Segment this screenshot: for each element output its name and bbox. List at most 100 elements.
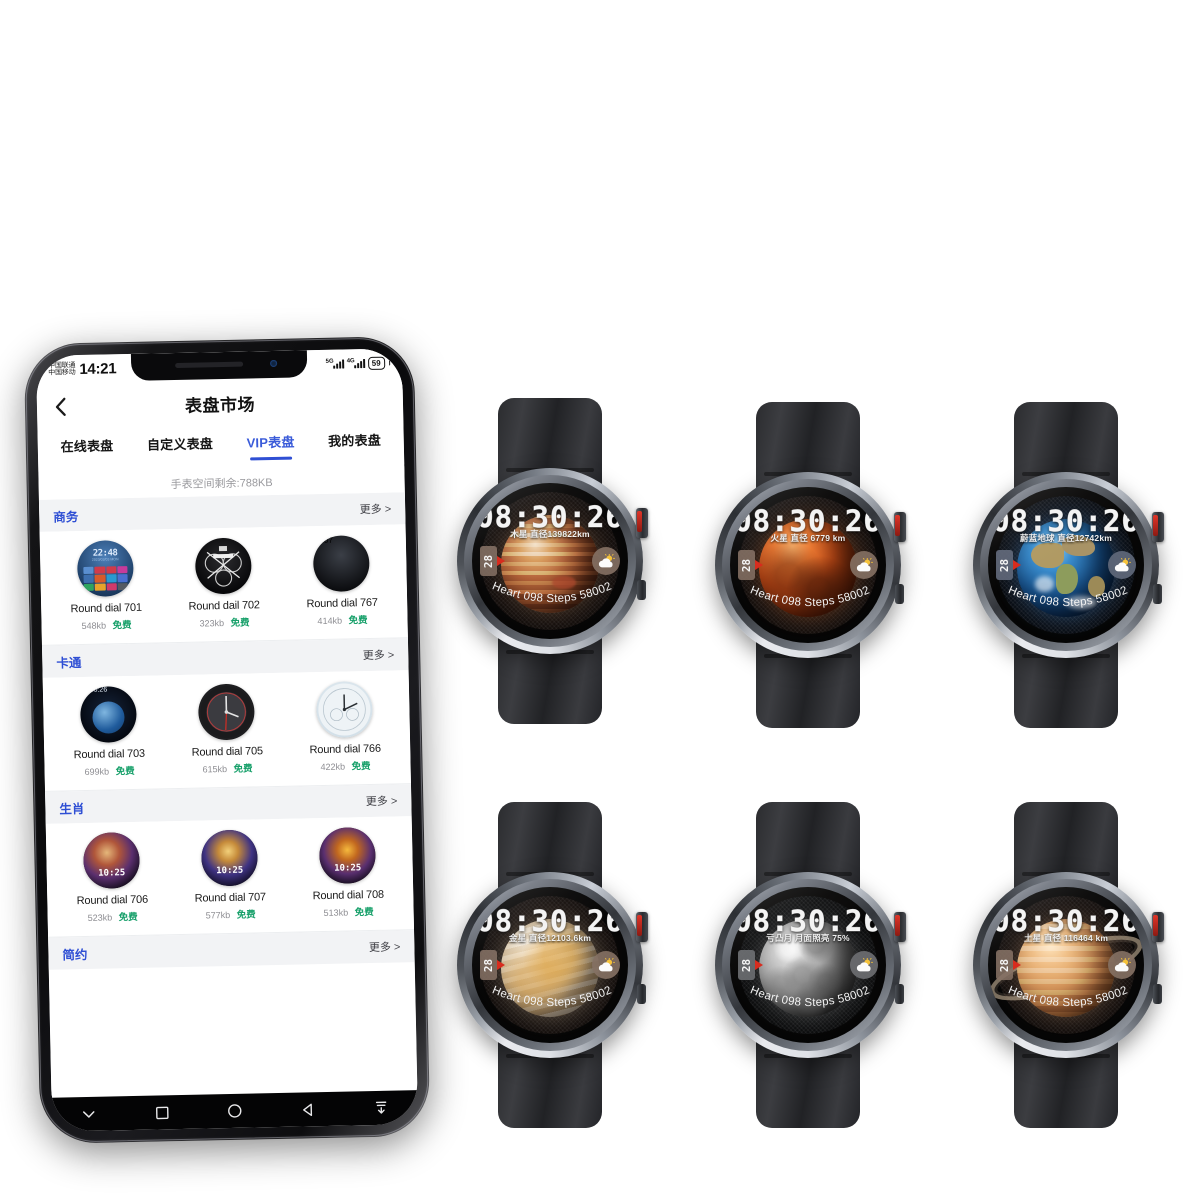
nav-download-button[interactable] bbox=[374, 1100, 389, 1116]
watch-saturn[interactable]: 08:30:26 土星 直径 116464 km 28 Heart 098 St… bbox=[968, 800, 1164, 1130]
watch-face: 08:30:26 木星 直径139822km 28 Heart 098 Step… bbox=[472, 483, 628, 639]
nav-back-button[interactable] bbox=[301, 1102, 316, 1117]
section-more-link[interactable]: 更多 > bbox=[360, 501, 392, 518]
weather-chip[interactable] bbox=[592, 547, 620, 575]
sun-behind-cloud-icon bbox=[856, 957, 873, 971]
watch-crown-button[interactable] bbox=[1152, 512, 1164, 542]
date-pointer-icon bbox=[497, 556, 505, 566]
dial-card[interactable]: 08:30:26 Round dial 703 699kb 免费 bbox=[49, 685, 169, 778]
watch-mars[interactable]: 08:30:26 火星 直径 6779 km 28 Heart 098 Step… bbox=[710, 400, 906, 730]
signal-bars-primary bbox=[332, 358, 344, 369]
dial-card[interactable]: 10:25 Round dial 706 523kb 免费 bbox=[52, 831, 172, 924]
app-header: 表盘市场 bbox=[36, 376, 404, 430]
watch-venus[interactable]: 08:30:26 金星 直径12103.6km 28 Heart 098 Ste… bbox=[452, 800, 648, 1130]
dial-meta: 513kb 免费 bbox=[323, 904, 374, 919]
sun-behind-cloud-icon bbox=[1114, 957, 1131, 971]
status-clock: 14:21 bbox=[79, 359, 117, 378]
dial-card[interactable]: 22:48 2023/02/03 MON Round dial 701 548k… bbox=[46, 539, 166, 632]
battery-tip-icon bbox=[388, 360, 391, 366]
watch-side-button[interactable] bbox=[637, 984, 646, 1004]
section-title: 卡通 bbox=[56, 655, 82, 671]
watch-subtitle: 亏凸月 月面照亮 75% bbox=[766, 933, 850, 943]
dial-list[interactable]: 商务 更多 > 22:48 2023/02/03 MON Round dial … bbox=[38, 492, 418, 1098]
carrier-labels: 中国联通 中国移动 bbox=[48, 362, 76, 377]
watch-crown-button[interactable] bbox=[894, 912, 906, 942]
tab-online-dials[interactable]: 在线表盘 bbox=[60, 435, 113, 464]
nav-recents-button[interactable] bbox=[154, 1105, 169, 1120]
section-body-business: 22:48 2023/02/03 MON Round dial 701 548k… bbox=[39, 524, 408, 646]
sun-behind-cloud-icon bbox=[1114, 557, 1131, 571]
dial-size: 513kb bbox=[323, 907, 349, 919]
watch-metrics-text: Heart 098 Steps 58002 bbox=[748, 584, 871, 609]
dial-size: 323kb bbox=[199, 618, 225, 629]
dial-size: 615kb bbox=[202, 764, 228, 775]
dial-meta: 414kb 免费 bbox=[317, 612, 367, 627]
watch-subtitle: 火星 直径 6779 km bbox=[770, 533, 846, 543]
watch-metrics-text: Heart 098 Steps 58002 bbox=[1006, 584, 1129, 609]
dial-card[interactable]: Round dial 766 422kb 免费 bbox=[285, 680, 405, 773]
watch-jupiter[interactable]: 08:30:26 木星 直径139822km 28 Heart 098 Step… bbox=[452, 396, 648, 726]
date-chip: 28 bbox=[480, 546, 497, 576]
dial-thumbnail-766 bbox=[315, 680, 373, 739]
dial-name: Round dial 701 bbox=[70, 601, 142, 616]
dial-card[interactable]: Round dail 702 323kb 免费 bbox=[164, 537, 284, 630]
section-title: 简约 bbox=[62, 947, 88, 962]
dial-card[interactable]: 06:07 Round dial 767 414kb 免费 bbox=[282, 534, 402, 627]
section-title: 商务 bbox=[53, 509, 79, 525]
triangle-back-icon bbox=[303, 1103, 313, 1116]
dial-thumb-time: 06:07 bbox=[312, 535, 333, 546]
watch-metrics-text: Heart 098 Steps 58002 bbox=[490, 984, 613, 1009]
watch-side-button[interactable] bbox=[1153, 984, 1162, 1004]
watch-subtitle: 蔚蓝地球 直径12742km bbox=[1019, 533, 1113, 543]
watch-side-button[interactable] bbox=[895, 984, 904, 1004]
watch-crown-button[interactable] bbox=[1152, 912, 1164, 942]
watch-face: 08:30:26 蔚蓝地球 直径12742km 28 Heart 098 Ste… bbox=[988, 487, 1144, 643]
watch-face: 08:30:26 亏凸月 月面照亮 75% 28 Heart 098 Steps… bbox=[730, 887, 886, 1043]
watch-metrics-arc: Heart 098 Steps 58002 bbox=[988, 980, 1144, 1027]
tab-my-dials[interactable]: 我的表盘 bbox=[328, 430, 381, 459]
watch-case: 08:30:26 金星 直径12103.6km 28 Heart 098 Ste… bbox=[457, 872, 648, 1058]
dial-name: Round dial 707 bbox=[194, 891, 267, 905]
watch-side-button[interactable] bbox=[895, 584, 904, 604]
weather-chip[interactable] bbox=[1108, 951, 1136, 979]
watch-metrics-arc: Heart 098 Steps 58002 bbox=[988, 580, 1144, 627]
nav-home-button[interactable] bbox=[227, 1103, 243, 1119]
watch-case: 08:30:26 土星 直径 116464 km 28 Heart 098 St… bbox=[973, 872, 1164, 1058]
weather-chip[interactable] bbox=[1108, 551, 1136, 579]
watch-moon[interactable]: 08:30:26 亏凸月 月面照亮 75% 28 Heart 098 Steps… bbox=[710, 800, 906, 1130]
watch-side-button[interactable] bbox=[637, 580, 646, 600]
nav-collapse-button[interactable] bbox=[81, 1106, 97, 1122]
section-more-link[interactable]: 更多 > bbox=[363, 646, 395, 663]
date-pointer-icon bbox=[1013, 960, 1021, 970]
dial-card[interactable]: 10:25 Round dial 708 513kb 免费 bbox=[288, 826, 408, 919]
watch-crown-button[interactable] bbox=[636, 912, 648, 942]
front-camera bbox=[270, 359, 278, 368]
date-pointer-icon bbox=[755, 560, 763, 570]
watch-side-button[interactable] bbox=[1153, 584, 1162, 604]
weather-chip[interactable] bbox=[850, 951, 878, 979]
watch-subtitle: 土星 直径 116464 km bbox=[1023, 933, 1109, 943]
watch-crown-button[interactable] bbox=[894, 512, 906, 542]
dial-card[interactable]: Round dial 705 615kb 免费 bbox=[167, 683, 287, 776]
dial-price: 免费 bbox=[112, 619, 132, 632]
date-chip: 28 bbox=[996, 950, 1013, 980]
circle-home-icon bbox=[228, 1104, 242, 1118]
watch-subtitle: 木星 直径139822km bbox=[510, 529, 590, 539]
page-title: 表盘市场 bbox=[184, 394, 256, 416]
dial-card[interactable]: 10:25 Round dial 707 577kb 免费 bbox=[170, 829, 290, 922]
status-bar-right: 5G 4G 59 bbox=[326, 356, 391, 370]
weather-chip[interactable] bbox=[850, 551, 878, 579]
sun-behind-cloud-icon bbox=[598, 957, 615, 971]
dial-meta: 615kb 免费 bbox=[202, 760, 252, 775]
watch-crown-button[interactable] bbox=[636, 508, 648, 538]
section-more-link[interactable]: 更多 > bbox=[366, 792, 398, 809]
weather-chip[interactable] bbox=[592, 951, 620, 979]
date-value: 28 bbox=[740, 558, 753, 572]
watch-earth[interactable]: 08:30:26 蔚蓝地球 直径12742km 28 Heart 098 Ste… bbox=[968, 400, 1164, 730]
section-more-link[interactable]: 更多 > bbox=[369, 938, 401, 955]
dial-meta: 548kb 免费 bbox=[81, 617, 131, 632]
tab-vip-dials[interactable]: VIP表盘 bbox=[246, 432, 295, 461]
section-header-simple: 简约 更多 > bbox=[48, 930, 415, 970]
tab-custom-dials[interactable]: 自定义表盘 bbox=[147, 433, 214, 462]
sun-behind-cloud-icon bbox=[856, 557, 873, 571]
